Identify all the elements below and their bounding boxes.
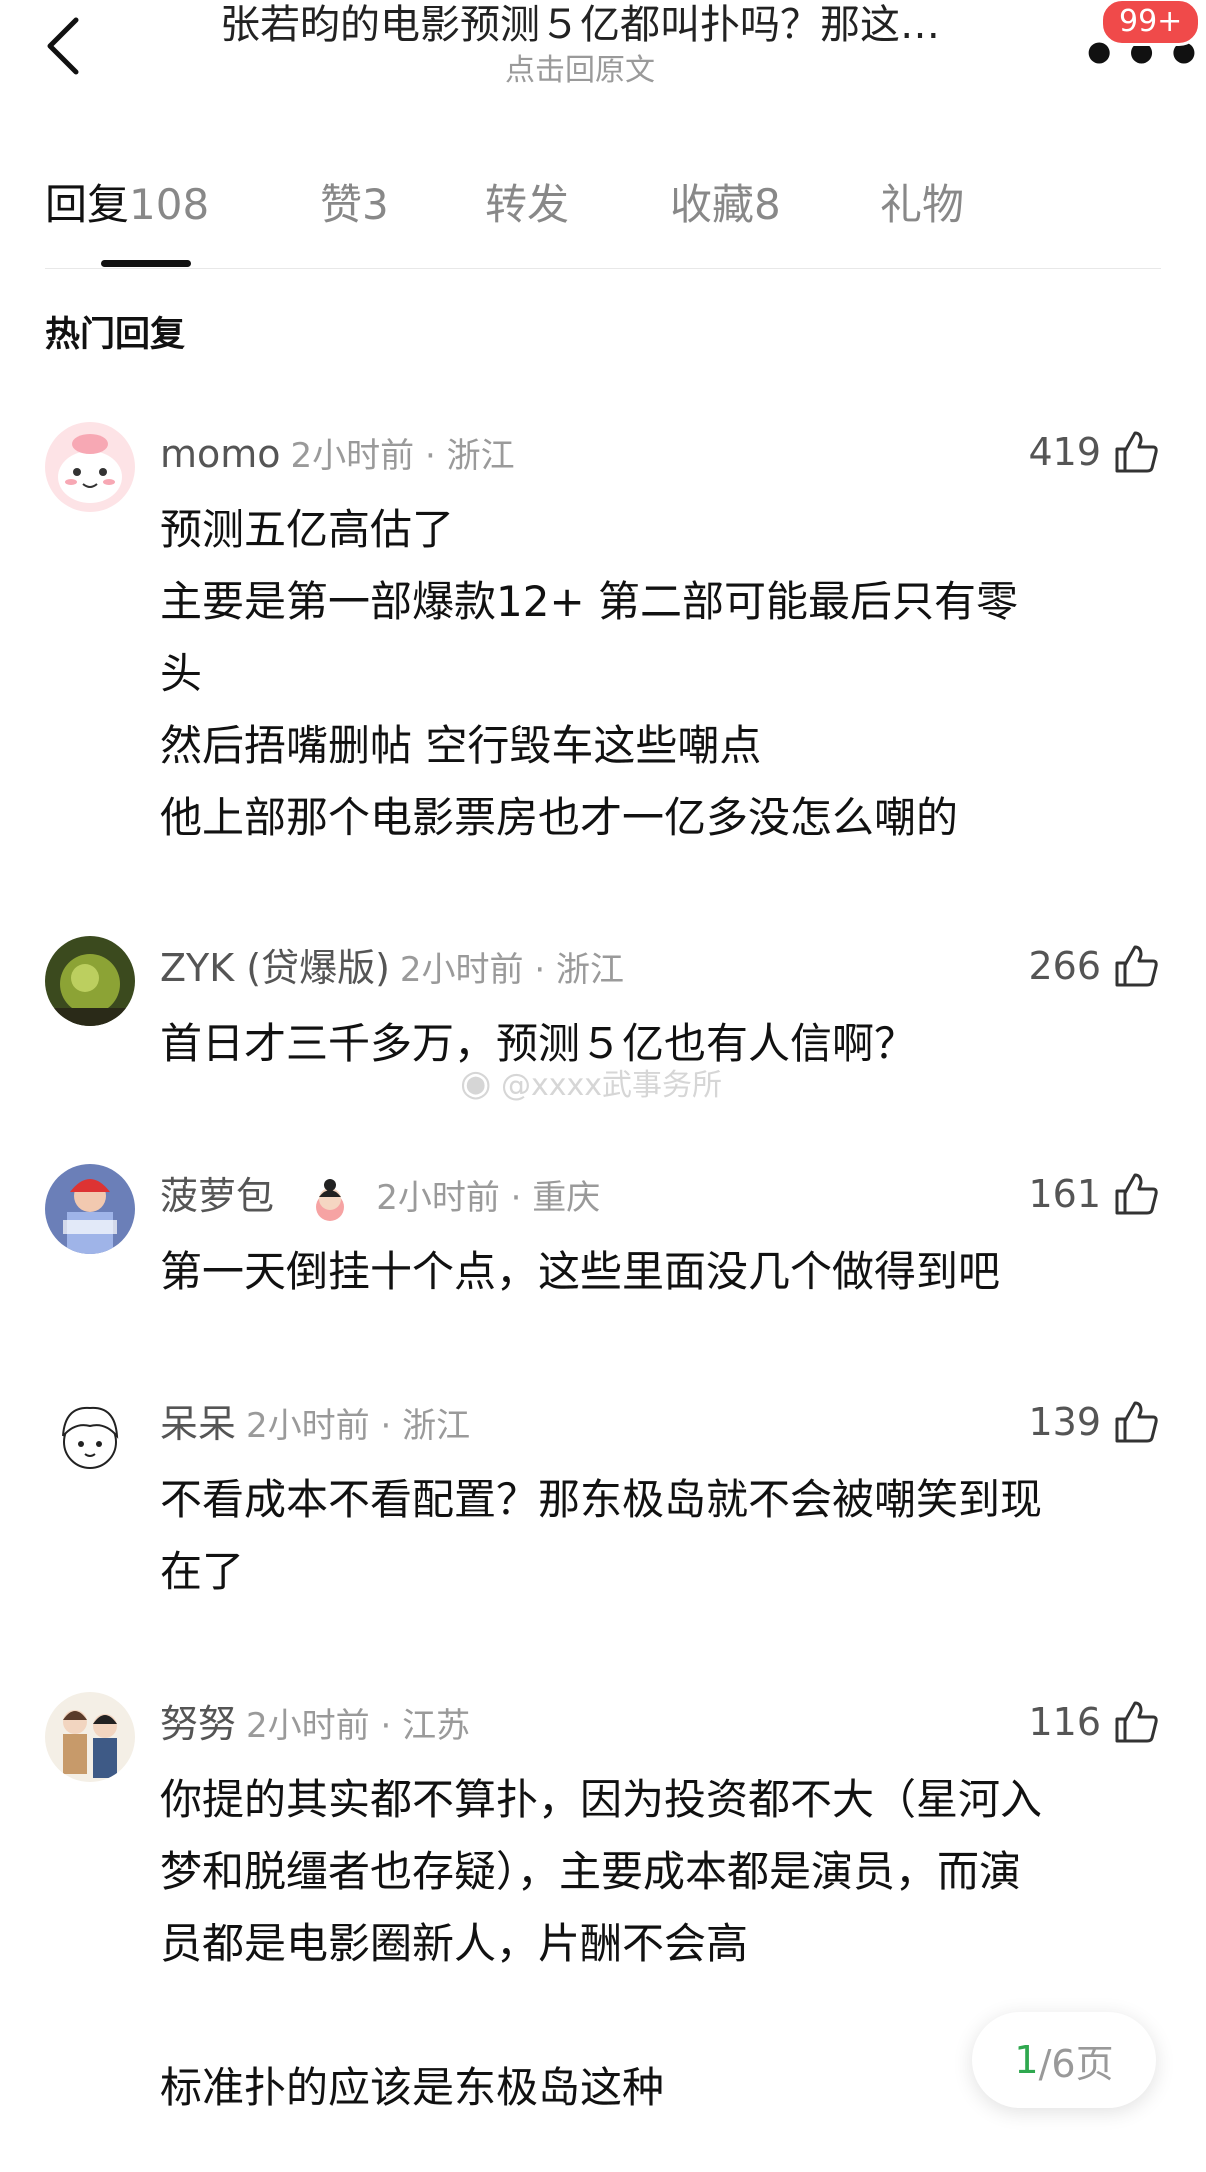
like-count: 139 [1028,1400,1101,1444]
avatar[interactable] [45,1392,135,1482]
tab-likes[interactable]: 赞3 [320,170,389,240]
timestamp: 2小时前 · 江苏 [246,1706,471,1746]
avatar[interactable] [45,936,135,1026]
timestamp: 2小时前 · 浙江 [399,950,624,990]
like-count: 266 [1028,944,1101,988]
tab-favorites[interactable]: 收藏8 [670,170,781,240]
thumbs-up-icon [1115,945,1158,987]
username[interactable]: 呆呆 [160,1402,236,1446]
comment-text: 第一天倒挂十个点，这些里面没几个做得到吧 [160,1247,1001,1296]
tab-replies[interactable]: 回复108 [45,170,209,240]
like-button[interactable]: 116 [1028,1692,1161,1752]
like-count: 116 [1028,1700,1101,1744]
like-button[interactable]: 266 [1028,936,1161,996]
comment-meta: momo 2小时前 · 浙江 [160,426,515,482]
thumbs-up-icon [1115,431,1158,473]
active-tab-indicator [101,260,191,267]
tab-label: 礼物 [880,180,965,229]
comment-meta: 努努 2小时前 · 江苏 [160,1696,470,1752]
tab-count: 108 [129,180,210,229]
username[interactable]: ZYK (贷爆版) [160,946,390,990]
watermark-text: @xxxx武事务所 [500,1068,722,1103]
comment-text: 预测五亿高估了 主要是第一部爆款12+ 第二部可能最后只有零 头 然后捂嘴删帖 … [160,505,1018,842]
section-title: 热门回复 [45,315,186,355]
like-count: 419 [1028,430,1101,474]
page-indicator[interactable]: 1/6页 [972,2012,1156,2108]
tab-reposts[interactable]: 转发 [485,170,569,240]
back-button[interactable] [36,6,96,86]
comment-text: 不看成本不看配置？那东极岛就不会被嘲笑到现 在了 [160,1475,1043,1596]
like-button[interactable]: 139 [1028,1392,1161,1452]
comment-meta: ZYK (贷爆版) 2小时前 · 浙江 [160,940,624,996]
total-pages: /6页 [1038,2041,1114,2086]
user-badge-icon [306,1175,354,1223]
tab-label: 赞 [320,180,363,229]
divider [45,268,1161,269]
like-button[interactable]: 161 [1028,1164,1161,1224]
tab-count: 3 [362,180,389,229]
tab-label: 转发 [485,180,570,229]
tab-label: 收藏 [670,180,755,229]
timestamp: 2小时前 · 浙江 [246,1406,471,1446]
username[interactable]: momo [160,432,281,476]
post-title[interactable]: 张若昀的电影预测５亿都叫扑吗？那这… [140,0,1020,50]
top-bar: 张若昀的电影预测５亿都叫扑吗？那这… 点击回原文 ••• 99+ [0,0,1206,110]
tab-count: 8 [754,180,781,229]
avatar[interactable] [45,1692,135,1782]
avatar[interactable] [45,422,135,512]
tab-label: 回复 [45,180,130,229]
avatar[interactable] [45,1164,135,1254]
notification-badge: 99+ [1100,0,1202,46]
comment-meta: 菠萝包 2小时前 · 重庆 [160,1168,600,1224]
timestamp: 2小时前 · 重庆 [376,1178,601,1218]
like-count: 161 [1028,1172,1101,1216]
like-button[interactable]: 419 [1028,422,1161,482]
chevron-left-icon [47,17,79,75]
thumbs-up-icon [1115,1401,1158,1443]
watermark: ◉ @xxxx武事务所 [460,1060,722,1104]
comment-meta: 呆呆 2小时前 · 浙江 [160,1396,470,1452]
weibo-logo-icon: ◉ [460,1063,492,1104]
post-title-block[interactable]: 张若昀的电影预测５亿都叫扑吗？那这… 点击回原文 [140,0,1020,88]
tab-gifts[interactable]: 礼物 [880,170,964,240]
current-page: 1 [1014,2038,1039,2082]
back-to-original-link[interactable]: 点击回原文 [140,54,1020,88]
thumbs-up-icon [1115,1173,1158,1215]
username[interactable]: 菠萝包 [160,1174,274,1218]
timestamp: 2小时前 · 浙江 [290,436,515,476]
username[interactable]: 努努 [160,1702,236,1746]
thumbs-up-icon [1115,1701,1158,1743]
